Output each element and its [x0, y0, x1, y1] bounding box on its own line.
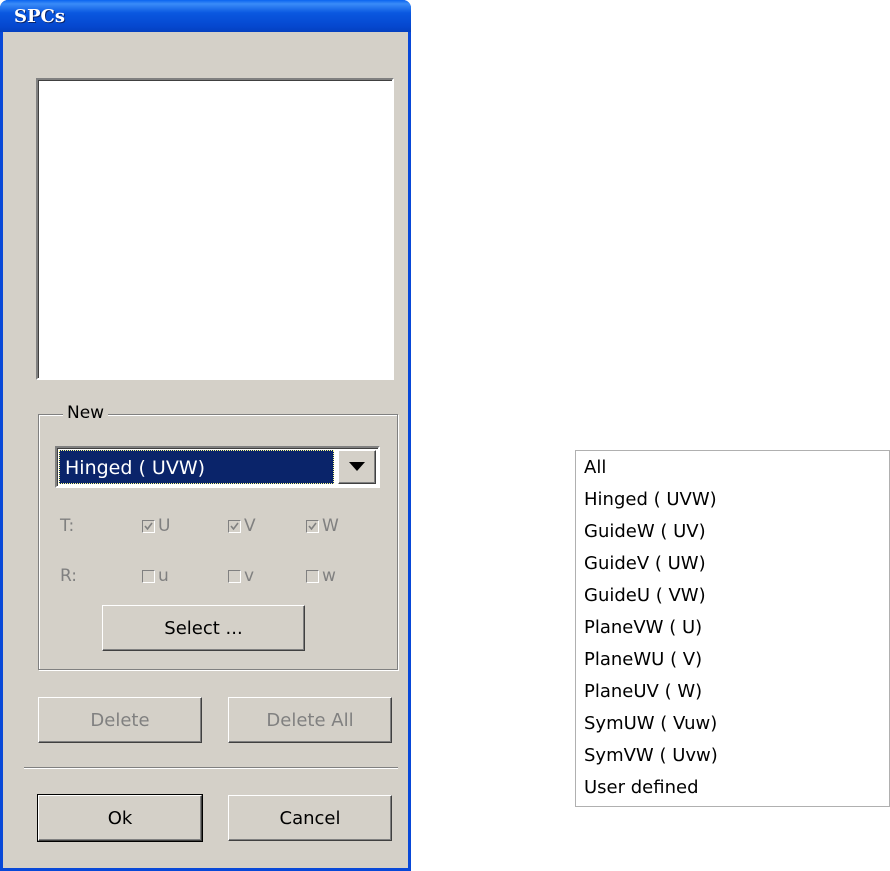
- checkbox-label: V: [244, 516, 256, 536]
- checkbox-box[interactable]: [228, 519, 241, 533]
- checkbox-rotate-u[interactable]: u: [142, 566, 169, 586]
- checkbox-label: W: [322, 516, 339, 536]
- combo-dropdown-button[interactable]: [338, 450, 376, 484]
- checkbox-label: v: [244, 566, 255, 586]
- dropdown-option-planewu[interactable]: PlaneWU ( V): [584, 645, 702, 674]
- checkbox-box[interactable]: [228, 569, 241, 583]
- checkbox-box[interactable]: [306, 519, 319, 533]
- checkmark-icon: [308, 522, 317, 530]
- checkbox-label: U: [158, 516, 171, 536]
- select-button[interactable]: Select ...: [102, 605, 305, 651]
- checkbox-label: w: [322, 566, 336, 586]
- checkbox-translate-u[interactable]: U: [142, 516, 170, 536]
- dropdown-option-planevw[interactable]: PlaneVW ( U): [584, 613, 702, 642]
- checkbox-box[interactable]: [142, 569, 155, 583]
- title-bar[interactable]: SPCs: [0, 0, 411, 32]
- checkmark-icon: [144, 522, 153, 530]
- chevron-down-icon: [349, 462, 365, 471]
- spcs-dialog: SPCs New Hinged ( UVW) T: R: U V W u v w…: [0, 0, 411, 871]
- checkbox-translate-v[interactable]: V: [228, 516, 256, 536]
- dropdown-option-user-defined[interactable]: User defined: [584, 773, 699, 802]
- constraint-type-dropdown-list: All Hinged ( UVW) GuideW ( UV) GuideV ( …: [575, 450, 890, 807]
- checkbox-rotate-w[interactable]: w: [306, 566, 336, 586]
- spc-list[interactable]: [36, 78, 394, 380]
- dropdown-option-guidew[interactable]: GuideW ( UV): [584, 517, 706, 546]
- group-label-new: New: [63, 403, 109, 423]
- window-title: SPCs: [14, 6, 65, 27]
- ok-button[interactable]: Ok: [37, 794, 203, 842]
- delete-button[interactable]: Delete: [38, 697, 202, 743]
- delete-all-button[interactable]: Delete All: [228, 697, 392, 743]
- separator: [24, 767, 398, 769]
- constraint-type-combo[interactable]: Hinged ( UVW): [55, 446, 380, 488]
- checkbox-rotate-v[interactable]: v: [228, 566, 254, 586]
- checkbox-translate-w[interactable]: W: [306, 516, 339, 536]
- dropdown-option-symuw[interactable]: SymUW ( Vuw): [584, 709, 717, 738]
- checkbox-box[interactable]: [306, 569, 319, 583]
- dropdown-option-guidev[interactable]: GuideV ( UW): [584, 549, 706, 578]
- cancel-button[interactable]: Cancel: [228, 795, 392, 841]
- dropdown-option-hinged[interactable]: Hinged ( UVW): [584, 485, 717, 514]
- rotation-label: R:: [60, 566, 78, 586]
- checkmark-icon: [230, 522, 239, 530]
- checkbox-box[interactable]: [142, 519, 155, 533]
- dropdown-option-symvw[interactable]: SymVW ( Uvw): [584, 741, 718, 770]
- combo-selected-value[interactable]: Hinged ( UVW): [59, 450, 334, 484]
- dropdown-option-guideu[interactable]: GuideU ( VW): [584, 581, 706, 610]
- dropdown-option-planeuv[interactable]: PlaneUV ( W): [584, 677, 702, 706]
- checkbox-label: u: [158, 566, 169, 586]
- translation-label: T:: [60, 516, 75, 536]
- dropdown-option-all[interactable]: All: [584, 453, 606, 482]
